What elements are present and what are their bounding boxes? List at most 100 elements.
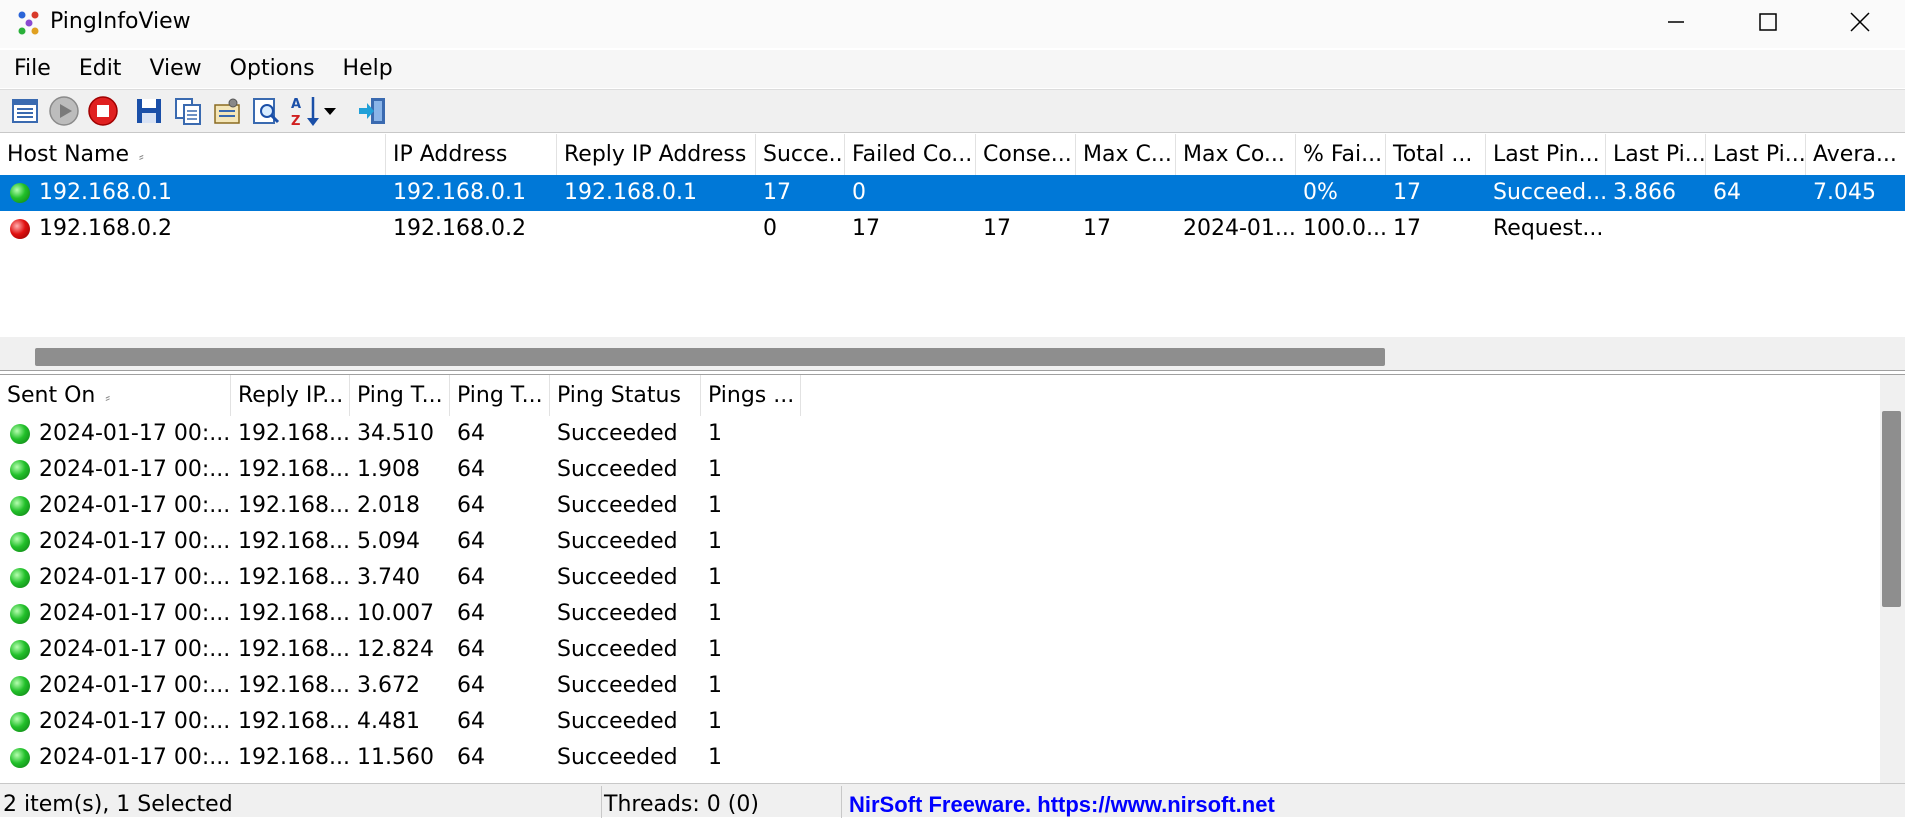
col-total[interactable]: Total ... — [1386, 134, 1486, 175]
table-row[interactable]: 2024-01-17 00:... 192.168.... 12.824 64 Succ… — [0, 632, 1905, 668]
cell-ping-ttl: 64 — [457, 493, 485, 518]
cell-reply-ip: 192.168.... — [238, 565, 350, 590]
find-button[interactable] — [249, 94, 283, 128]
minimize-icon — [1668, 21, 1684, 23]
cell-reply-ip: 192.168.... — [238, 457, 350, 482]
close-button[interactable] — [1814, 0, 1905, 44]
properties-button[interactable] — [8, 94, 42, 128]
cell-consecutive — [976, 175, 1076, 211]
col-host-name[interactable]: Host Name ⸗ — [0, 134, 386, 175]
vertical-scrollbar[interactable] — [1880, 375, 1905, 783]
window-title: PingInfoView — [50, 9, 191, 34]
exit-icon — [359, 98, 385, 124]
table-row[interactable]: 2024-01-17 00:... 192.168.... 34.510 64 Succ… — [0, 416, 1905, 452]
cell-ping-time: 3.740 — [357, 565, 420, 590]
exit-button[interactable] — [356, 94, 390, 128]
svg-text:A: A — [291, 97, 301, 112]
stop-button[interactable] — [86, 94, 120, 128]
cell-ping-status: Succeeded — [557, 493, 678, 518]
minimize-button[interactable] — [1630, 0, 1722, 44]
table-row[interactable]: 192.168.0.1 192.168.0.1 192.168.0.1 17 0… — [0, 175, 1905, 211]
col-last-ping-time[interactable]: Last Pi... — [1606, 134, 1706, 175]
svg-text:Z: Z — [291, 114, 300, 128]
col-ping-ttl[interactable]: Ping T... — [450, 375, 550, 416]
cell-reply-ip — [557, 211, 756, 247]
menu-edit[interactable]: Edit — [65, 51, 136, 87]
save-button[interactable] — [132, 94, 166, 128]
col-reply-ip[interactable]: Reply IP Address — [557, 134, 756, 175]
sort-button[interactable]: A Z — [289, 94, 323, 128]
ping-history-list[interactable]: Sent On ⸗ Reply IP... Ping T... Ping T...… — [0, 374, 1905, 783]
cell-ping-ttl: 64 — [457, 601, 485, 626]
cell-ping-ttl: 64 — [457, 637, 485, 662]
col-succeeded[interactable]: Succe... — [756, 134, 845, 175]
cell-sent-on: 2024-01-17 00:... — [39, 601, 231, 626]
maximize-icon — [1759, 13, 1777, 31]
options-button[interactable] — [210, 94, 244, 128]
table-row[interactable]: 2024-01-17 00:... 192.168.... 11.560 64 Succ… — [0, 740, 1905, 776]
menu-view[interactable]: View — [135, 51, 215, 87]
dropdown-arrow-icon — [324, 108, 336, 115]
col-failed-count[interactable]: Failed Co... — [845, 134, 976, 175]
cell-reply-ip: 192.168.... — [238, 493, 350, 518]
horizontal-scrollbar[interactable] — [0, 337, 1905, 370]
col-max-co[interactable]: Max Co... — [1176, 134, 1296, 175]
status-ok-icon — [10, 460, 30, 480]
col-consecutive[interactable]: Conse... — [976, 134, 1076, 175]
table-row[interactable]: 2024-01-17 00:... 192.168.... 3.740 64 Succe… — [0, 560, 1905, 596]
table-row[interactable]: 2024-01-17 00:... 192.168.... 5.094 64 Succe… — [0, 524, 1905, 560]
cell-ping-status: Succeeded — [557, 637, 678, 662]
cell-reply-ip: 192.168.... — [238, 709, 350, 734]
cell-last-ttl: 64 — [1713, 180, 1741, 205]
cell-ping-time: 11.560 — [357, 745, 434, 770]
cell-succeeded: 0 — [763, 216, 777, 241]
status-ok-icon — [10, 424, 30, 444]
status-threads: Threads: 0 (0) — [604, 792, 759, 817]
cell-ping-ttl: 64 — [457, 529, 485, 554]
cell-last-time — [1606, 211, 1706, 247]
menu-file[interactable]: File — [0, 51, 65, 87]
cell-ping-status: Succeeded — [557, 421, 678, 446]
cell-pings-count: 1 — [708, 637, 722, 662]
col-fail-percent[interactable]: % Fai... — [1296, 134, 1386, 175]
cell-reply-ip: 192.168.... — [238, 529, 350, 554]
table-row[interactable]: 2024-01-17 00:... 192.168.... 1.908 64 Succe… — [0, 452, 1905, 488]
cell-last-time: 3.866 — [1613, 180, 1676, 205]
cell-reply-ip: 192.168.... — [238, 637, 350, 662]
col-last-ping-ttl[interactable]: Last Pi... — [1706, 134, 1806, 175]
copy-button[interactable] — [171, 94, 205, 128]
maximize-button[interactable] — [1722, 0, 1814, 44]
cell-host: 192.168.0.1 — [39, 180, 172, 205]
col-max-c[interactable]: Max C... — [1076, 134, 1176, 175]
col-pings-count[interactable]: Pings ... — [701, 375, 801, 416]
col-last-ping-status[interactable]: Last Pin... — [1486, 134, 1606, 175]
table-row[interactable]: 2024-01-17 00:... 192.168.... 10.007 64 Succ… — [0, 596, 1905, 632]
start-button[interactable] — [47, 94, 81, 128]
col-ping-time[interactable]: Ping T... — [350, 375, 450, 416]
scrollbar-thumb[interactable] — [35, 348, 1385, 366]
history-header: Sent On ⸗ Reply IP... Ping T... Ping T...… — [0, 375, 1905, 416]
col-ping-status[interactable]: Ping Status — [550, 375, 701, 416]
col-sent-on[interactable]: Sent On ⸗ — [0, 375, 231, 416]
cell-average: 7.045 — [1813, 180, 1876, 205]
hosts-list[interactable]: Host Name ⸗ IP Address Reply IP Address S… — [0, 134, 1905, 371]
menu-help[interactable]: Help — [329, 51, 407, 87]
col-average[interactable]: Avera... — [1806, 134, 1905, 175]
table-row[interactable]: 2024-01-17 00:... 192.168.... 2.018 64 Succe… — [0, 488, 1905, 524]
status-ok-icon — [10, 183, 30, 203]
cell-total: 17 — [1393, 216, 1421, 241]
scrollbar-thumb[interactable] — [1882, 411, 1901, 607]
table-row[interactable]: 2024-01-17 00:... 192.168.... 4.481 64 Succe… — [0, 704, 1905, 740]
col-reply-ip[interactable]: Reply IP... — [231, 375, 350, 416]
table-row[interactable]: 192.168.0.2 192.168.0.2 0 17 17 17 2024-… — [0, 211, 1905, 247]
nirsoft-link[interactable]: NirSoft Freeware. https://www.nirsoft.ne… — [849, 784, 1275, 818]
sort-dropdown-button[interactable] — [322, 94, 338, 128]
cell-ping-status: Succeeded — [557, 529, 678, 554]
menu-options[interactable]: Options — [216, 51, 329, 87]
cell-ping-status: Succeeded — [557, 673, 678, 698]
cell-pings-count: 1 — [708, 601, 722, 626]
table-row[interactable]: 2024-01-17 00:... 192.168.... 3.672 64 Succe… — [0, 668, 1905, 704]
cell-sent-on: 2024-01-17 00:... — [39, 637, 231, 662]
cell-max-c — [1076, 175, 1176, 211]
col-ip-address[interactable]: IP Address — [386, 134, 557, 175]
